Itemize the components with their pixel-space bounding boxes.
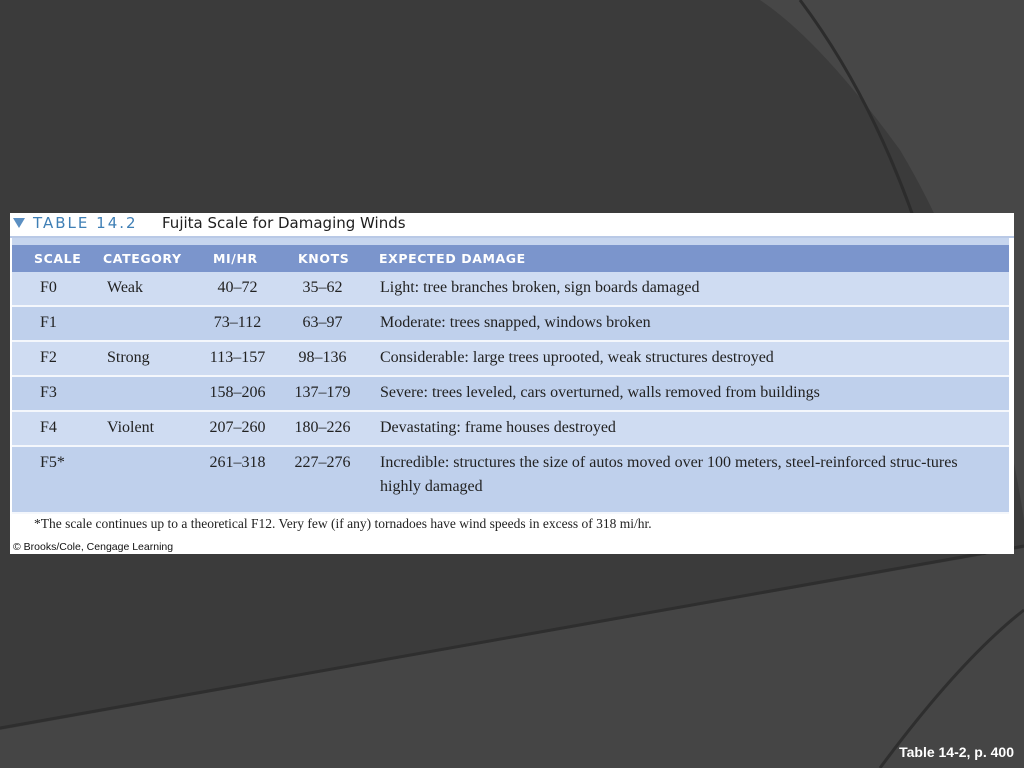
header-scale: SCALE	[34, 251, 82, 266]
header-knots: KNOTS	[298, 251, 350, 266]
table-footnote: *The scale continues up to a theoretical…	[34, 516, 652, 531]
cell-damage: Incredible: structures the size of autos…	[380, 454, 958, 495]
fujita-table: SCALE CATEGORY MI/HR KNOTS EXPECTED DAMA…	[12, 238, 1009, 514]
header-damage: EXPECTED DAMAGE	[379, 251, 526, 266]
cell-scale: F0	[40, 279, 57, 296]
cell-knots: 35–62	[302, 279, 343, 296]
cell-damage: Light: tree branches broken, sign boards…	[380, 279, 700, 296]
cell-knots: 227–276	[294, 454, 351, 471]
cell-mph: 207–260	[209, 419, 266, 436]
table-row: F2 Strong 113–157 98–136 Considerable: l…	[12, 342, 1009, 377]
table-title-bar: TABLE 14.2 Fujita Scale for Damaging Win…	[10, 213, 1014, 237]
cell-mph: 261–318	[209, 454, 266, 471]
cell-mph: 40–72	[217, 279, 258, 296]
cell-category: Violent	[107, 419, 155, 436]
slide-caption: Table 14-2, p. 400	[899, 744, 1014, 760]
cell-scale: F1	[40, 314, 57, 331]
cell-knots: 63–97	[302, 314, 343, 331]
cell-damage: Considerable: large trees uprooted, weak…	[380, 349, 774, 366]
cell-scale: F3	[40, 384, 57, 401]
table-row: F4 Violent 207–260 180–226 Devastating: …	[12, 412, 1009, 447]
cell-damage: Moderate: trees snapped, windows broken	[380, 314, 651, 331]
table-row: F0 Weak 40–72 35–62 Light: tree branches…	[12, 272, 1009, 307]
cell-scale: F5*	[40, 454, 65, 471]
header-mph: MI/HR	[213, 251, 258, 266]
triangle-marker-icon	[13, 218, 25, 228]
cell-knots: 98–136	[298, 349, 347, 366]
cell-scale: F4	[40, 419, 57, 436]
cell-scale: F2	[40, 349, 57, 366]
header-category: CATEGORY	[103, 251, 182, 266]
table-row: F1 73–112 63–97 Moderate: trees snapped,…	[12, 307, 1009, 342]
table-row: F3 158–206 137–179 Severe: trees leveled…	[12, 377, 1009, 412]
cell-mph: 73–112	[213, 314, 262, 331]
copyright-credit: © Brooks/Cole, Cengage Learning	[13, 541, 174, 553]
table-header: SCALE CATEGORY MI/HR KNOTS EXPECTED DAMA…	[12, 245, 1009, 272]
fujita-table-figure: TABLE 14.2 Fujita Scale for Damaging Win…	[10, 213, 1014, 554]
cell-mph: 158–206	[209, 384, 266, 401]
table-number: TABLE 14.2	[33, 214, 138, 232]
cell-damage: Severe: trees leveled, cars overturned, …	[380, 384, 820, 401]
cell-damage: Devastating: frame houses destroyed	[380, 419, 616, 436]
table-title: Fujita Scale for Damaging Winds	[162, 214, 406, 232]
cell-category: Strong	[107, 349, 150, 366]
cell-mph: 113–157	[209, 349, 266, 366]
table-row: F5* 261–318 227–276 Incredible: structur…	[12, 447, 1009, 514]
cell-category: Weak	[107, 279, 144, 296]
cell-knots: 137–179	[294, 384, 351, 401]
cell-knots: 180–226	[294, 419, 351, 436]
